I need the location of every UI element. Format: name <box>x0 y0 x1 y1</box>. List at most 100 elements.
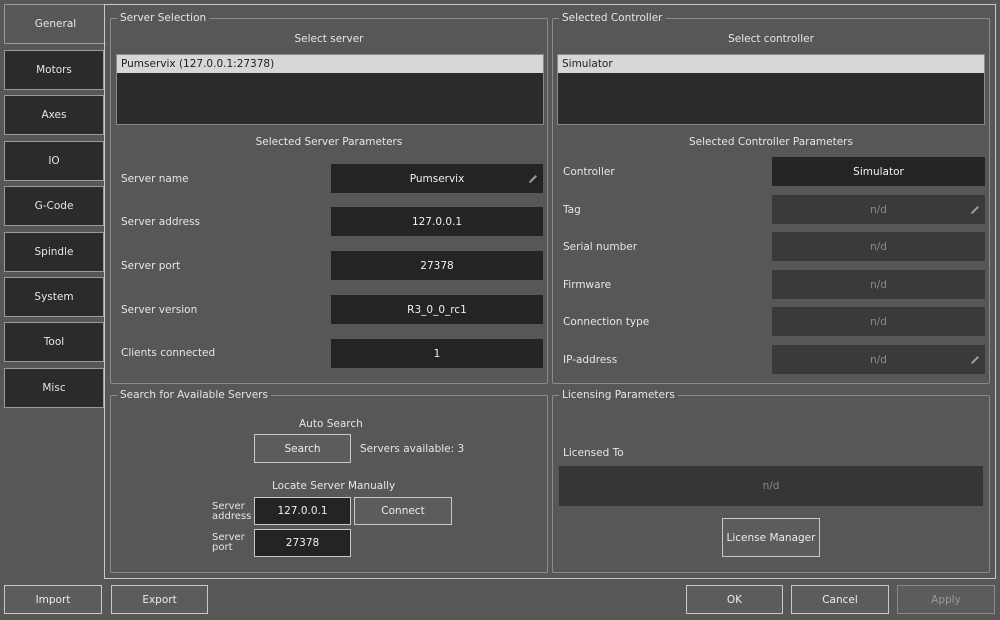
connection-type-value: n/d <box>870 315 887 328</box>
serial-number-label: Serial number <box>563 241 638 253</box>
ok-button[interactable]: OK <box>686 585 783 614</box>
server-version-value: R3_0_0_rc1 <box>407 303 467 316</box>
button-label: Search <box>284 442 321 455</box>
clients-connected-field: 1 <box>331 339 543 368</box>
tab-label: General <box>34 18 77 30</box>
controller-list-item[interactable]: Simulator <box>558 55 984 73</box>
apply-button[interactable]: Apply <box>897 585 995 614</box>
server-address-field: 127.0.0.1 <box>331 207 543 236</box>
button-label: Connect <box>381 505 425 517</box>
connection-type-label: Connection type <box>563 316 650 328</box>
button-label: License Manager <box>726 531 816 544</box>
select-controller-label: Select controller <box>728 33 814 45</box>
server-list[interactable]: Pumservix (127.0.0.1:27378) <box>116 54 544 125</box>
firmware-field: n/d <box>772 270 985 299</box>
tag-field[interactable]: n/d <box>772 195 985 224</box>
server-address-value: 127.0.0.1 <box>411 215 463 228</box>
server-address-input[interactable]: 127.0.0.1 <box>254 497 351 525</box>
tab-tool[interactable]: Tool <box>4 322 104 362</box>
server-params-title: Selected Server Parameters <box>255 136 403 148</box>
tag-value: n/d <box>870 203 887 216</box>
tab-io[interactable]: IO <box>4 141 104 181</box>
server-list-item[interactable]: Pumservix (127.0.0.1:27378) <box>117 55 543 73</box>
import-button[interactable]: Import <box>4 585 102 614</box>
server-name-field[interactable]: Pumservix <box>331 164 543 193</box>
button-label: Cancel <box>822 593 858 606</box>
controller-value: Simulator <box>853 165 904 178</box>
tab-general[interactable]: General <box>4 4 106 44</box>
controller-field: Simulator <box>772 157 985 186</box>
group-title: Licensing Parameters <box>559 389 678 402</box>
label-line: address <box>212 511 252 522</box>
connection-type-field: n/d <box>772 307 985 336</box>
server-port-field: 27378 <box>331 251 543 280</box>
license-manager-button[interactable]: License Manager <box>722 518 820 557</box>
tab-g-code[interactable]: G-Code <box>4 186 104 226</box>
tag-label: Tag <box>563 204 581 216</box>
manual-address-label: Server address <box>212 502 251 522</box>
select-server-label: Select server <box>294 33 364 45</box>
button-label: Import <box>35 593 71 606</box>
tab-label: Axes <box>41 109 67 121</box>
server-name-value: Pumservix <box>409 172 465 185</box>
controller-label: Controller <box>563 166 615 178</box>
group-title: Selected Controller <box>559 12 666 25</box>
cancel-button[interactable]: Cancel <box>791 585 889 614</box>
firmware-label: Firmware <box>563 279 612 291</box>
tab-system[interactable]: System <box>4 277 104 317</box>
connect-button[interactable]: Connect <box>354 497 452 525</box>
button-label: OK <box>726 593 743 606</box>
button-label: Apply <box>931 593 961 606</box>
firmware-value: n/d <box>870 278 887 291</box>
serial-number-field: n/d <box>772 232 985 261</box>
tab-axes[interactable]: Axes <box>4 95 104 135</box>
licensed-to-field: n/d <box>559 466 983 506</box>
clients-connected-label: Clients connected <box>121 347 216 359</box>
licensed-to-value: n/d <box>762 480 780 492</box>
server-port-value: 27378 <box>420 259 454 272</box>
pencil-icon[interactable] <box>970 355 980 365</box>
licensing-group: Licensing Parameters Licensed To n/d Lic… <box>552 389 990 573</box>
button-label: Export <box>142 593 177 606</box>
pencil-icon[interactable] <box>528 174 538 184</box>
serial-number-value: n/d <box>870 240 887 253</box>
tab-label: G-Code <box>34 200 74 212</box>
selected-controller-group: Selected Controller Select controller Si… <box>552 12 990 384</box>
server-version-label: Server version <box>121 304 198 316</box>
manual-search-label: Locate Server Manually <box>272 480 396 492</box>
controller-params-title: Selected Controller Parameters <box>689 136 853 148</box>
clients-connected-value: 1 <box>433 347 441 360</box>
input-value: 127.0.0.1 <box>277 505 328 517</box>
server-port-label: Server port <box>121 260 181 272</box>
server-name-label: Server name <box>121 173 189 185</box>
tab-label: Tool <box>43 336 65 348</box>
ip-address-label: IP-address <box>563 354 618 366</box>
search-servers-group: Search for Available Servers Auto Search… <box>110 389 548 573</box>
controller-list[interactable]: Simulator <box>557 54 985 125</box>
tab-motors[interactable]: Motors <box>4 50 104 90</box>
tab-label: Misc <box>42 382 66 394</box>
group-title: Server Selection <box>117 12 210 25</box>
label-line: port <box>212 542 233 553</box>
server-port-input[interactable]: 27378 <box>254 529 351 557</box>
tab-label: Motors <box>36 64 72 76</box>
server-address-label: Server address <box>121 216 201 228</box>
auto-search-label: Auto Search <box>299 418 363 430</box>
ip-address-field[interactable]: n/d <box>772 345 985 374</box>
licensed-to-label: Licensed To <box>563 447 624 459</box>
export-button[interactable]: Export <box>111 585 208 614</box>
search-button[interactable]: Search <box>254 434 351 463</box>
pencil-icon[interactable] <box>970 205 980 215</box>
tab-label: Spindle <box>34 246 74 258</box>
tab-label: System <box>34 291 74 303</box>
server-version-field: R3_0_0_rc1 <box>331 295 543 324</box>
server-selection-group: Server Selection Select server Pumservix… <box>110 12 548 384</box>
tab-label: IO <box>48 155 60 167</box>
input-value: 27378 <box>285 537 320 549</box>
tab-misc[interactable]: Misc <box>4 368 104 408</box>
servers-available-text: Servers available: 3 <box>360 443 465 455</box>
group-title: Search for Available Servers <box>117 389 271 402</box>
ip-address-value: n/d <box>870 353 887 366</box>
tab-spindle[interactable]: Spindle <box>4 232 104 272</box>
manual-port-label: Server port <box>212 533 245 553</box>
